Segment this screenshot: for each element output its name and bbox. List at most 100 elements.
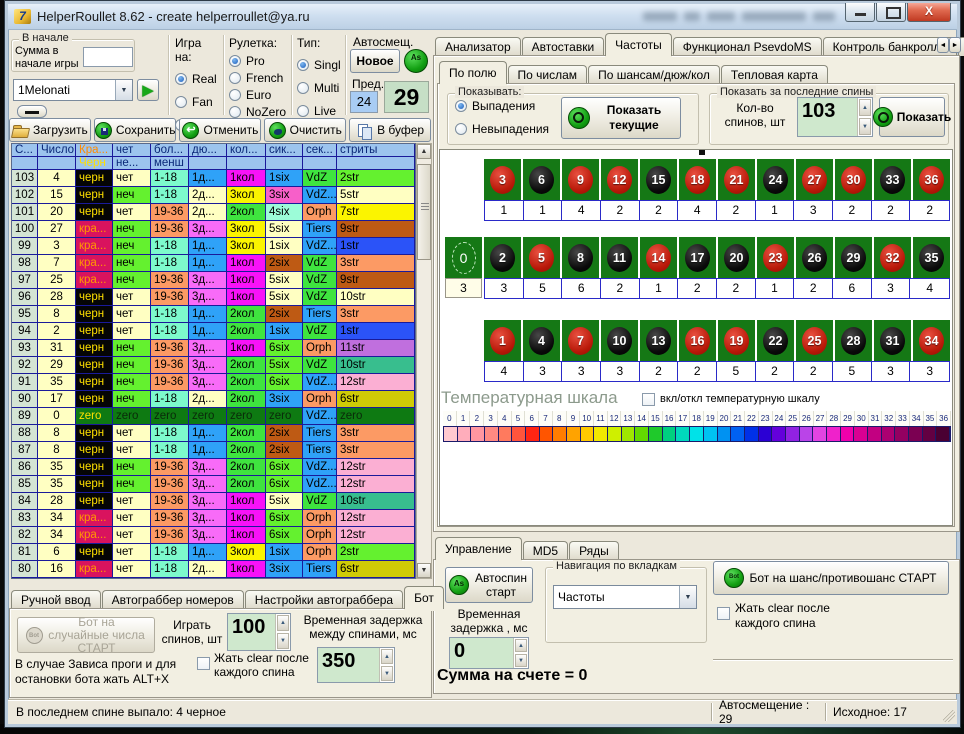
table-cell[interactable]: 11str [337,340,415,357]
number-cell[interactable]: 3 [38,238,76,255]
number-cell[interactable]: 4 [38,170,76,187]
number-cell[interactable]: 0 [38,408,76,425]
table-cell[interactable]: VdZ [303,493,337,510]
table-cell[interactable]: 1-18 [151,442,189,459]
table-cell[interactable]: 3six [266,561,303,578]
table-cell[interactable]: черн [76,289,113,306]
table-cell[interactable]: 2кол [227,306,266,323]
close-button[interactable] [907,3,951,22]
table-cell[interactable]: черн [76,340,113,357]
board-number-cell[interactable]: 1 [484,320,521,361]
table-cell[interactable]: 2кол [227,459,266,476]
table-cell[interactable]: Orph [303,340,337,357]
number-cell[interactable]: 8 [38,306,76,323]
table-cell[interactable]: 3д... [189,459,227,476]
table-cell[interactable]: Tiers [303,561,337,578]
tab-input-1[interactable]: Ручной ввод [11,590,101,609]
dash-button[interactable] [17,105,47,118]
board-number-cell[interactable]: 9 [562,159,599,200]
board-number-cell[interactable]: 22 [757,320,794,361]
table-cell[interactable]: 1six [266,544,303,561]
row-number-cell[interactable]: 97 [12,272,38,289]
table-cell[interactable]: VdZ... [303,476,337,493]
roulette-option-pro[interactable]: Pro [229,54,289,68]
table-cell[interactable]: черн [76,493,113,510]
number-cell[interactable]: 34 [38,510,76,527]
table-cell[interactable]: черн [76,425,113,442]
row-number-cell[interactable]: 101 [12,204,38,221]
table-cell[interactable]: 1кол [227,527,266,544]
table-cell[interactable]: чет [113,510,151,527]
table-cell[interactable]: 5six [266,272,303,289]
table-cell[interactable]: 1six [266,238,303,255]
spin-up-icon[interactable]: ▲ [859,99,871,116]
control-delay-stepper[interactable]: 0 ▲▼ [449,637,529,669]
board-number-cell[interactable]: 20 [718,237,755,278]
column-header[interactable]: сик... [266,144,303,157]
table-cell[interactable]: 12str [337,374,415,391]
table-cell[interactable]: черн [76,544,113,561]
board-number-cell[interactable]: 2 [484,237,521,278]
table-cell[interactable]: VdZ [303,289,337,306]
table-cell[interactable]: Orph [303,204,337,221]
row-number-cell[interactable]: 81 [12,544,38,561]
column-header[interactable] [189,157,227,170]
table-cell[interactable]: 19-36 [151,493,189,510]
number-cell[interactable]: 16 [38,561,76,578]
column-header[interactable] [266,157,303,170]
table-cell[interactable]: неч [113,340,151,357]
table-cell[interactable]: 3кол [227,544,266,561]
column-header[interactable] [38,157,76,170]
number-cell[interactable]: 34 [38,527,76,544]
table-cell[interactable]: 3кол [227,187,266,204]
table-cell[interactable]: 6six [266,476,303,493]
spin-down-icon[interactable]: ▼ [277,633,289,649]
chevron-down-icon[interactable]: ▼ [115,80,132,100]
number-cell[interactable]: 28 [38,289,76,306]
table-cell[interactable]: 2six [266,425,303,442]
table-cell[interactable]: VdZ [303,357,337,374]
table-cell[interactable]: черн [76,459,113,476]
table-cell[interactable]: 2кол [227,442,266,459]
table-cell[interactable]: чет [113,493,151,510]
table-cell[interactable]: 2д... [189,391,227,408]
row-number-cell[interactable]: 91 [12,374,38,391]
number-cell[interactable]: 6 [38,544,76,561]
table-cell[interactable]: 3д... [189,374,227,391]
table-cell[interactable]: Orph [303,527,337,544]
table-cell[interactable]: 3str [337,442,415,459]
roulette-option-nozero[interactable]: NoZero [229,105,289,119]
table-cell[interactable]: 1str [337,323,415,340]
table-cell[interactable]: Orph [303,510,337,527]
board-number-cell[interactable]: 13 [640,320,677,361]
row-number-cell[interactable]: 90 [12,391,38,408]
table-cell[interactable]: кра... [76,561,113,578]
tab-control-3[interactable]: Ряды [569,541,619,560]
table-cell[interactable]: чет [113,323,151,340]
table-cell[interactable]: неч [113,255,151,272]
table-cell[interactable]: 19-36 [151,272,189,289]
table-cell[interactable]: 1-18 [151,170,189,187]
row-number-cell[interactable]: 100 [12,221,38,238]
table-cell[interactable]: 1д... [189,544,227,561]
table-cell[interactable]: 3д... [189,357,227,374]
number-cell[interactable]: 35 [38,476,76,493]
table-cell[interactable]: 1кол [227,340,266,357]
board-number-cell[interactable]: 24 [757,159,794,200]
history-table[interactable]: С...ЧислоКра...четбол...дю...кол...сик..… [11,143,416,579]
table-cell[interactable]: неч [113,272,151,289]
table-cell[interactable]: 12str [337,476,415,493]
show-current-button[interactable]: Показать текущие [561,97,681,139]
table-cell[interactable]: Tiers [303,442,337,459]
board-number-cell[interactable]: 32 [874,237,911,278]
tab-input-2[interactable]: Автограббер номеров [102,590,244,609]
table-cell[interactable]: 1-18 [151,391,189,408]
table-cell[interactable]: 3six [266,187,303,204]
board-number-cell[interactable]: 7 [562,320,599,361]
resize-grip[interactable] [943,710,955,722]
tab-control-2[interactable]: MD5 [523,541,568,560]
spins-stepper[interactable]: 100 ▲▼ [227,613,291,651]
table-cell[interactable]: 2str [337,170,415,187]
table-cell[interactable]: 19-36 [151,510,189,527]
board-number-cell[interactable]: 29 [835,237,872,278]
